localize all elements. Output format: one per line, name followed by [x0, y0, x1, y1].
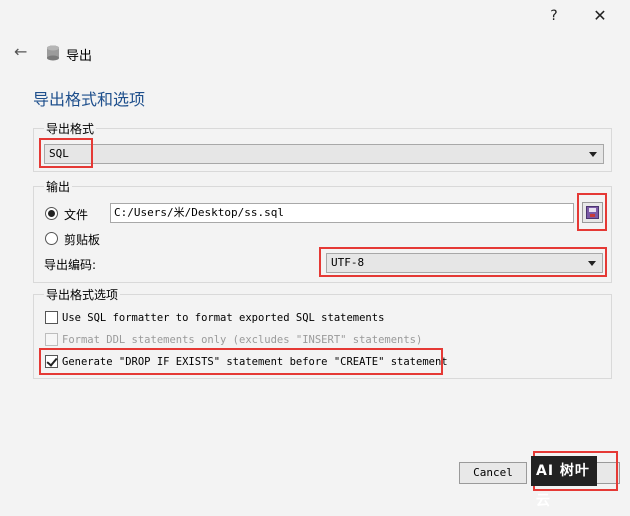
sql-formatter-checkbox[interactable]: [45, 311, 58, 324]
dialog-header: ← 导出: [0, 42, 630, 66]
export-options-group: 导出格式选项 Use SQL formatter to format expor…: [33, 286, 612, 379]
cancel-button[interactable]: Cancel: [459, 462, 527, 484]
encoding-select[interactable]: UTF-8: [326, 253, 603, 273]
chevron-down-icon: [588, 261, 596, 266]
clipboard-radio[interactable]: [45, 232, 58, 245]
file-radio[interactable]: [45, 207, 58, 220]
close-button[interactable]: ✕: [590, 6, 610, 26]
back-arrow-icon[interactable]: ←: [14, 42, 27, 61]
floppy-disk-icon: [586, 206, 599, 219]
help-button[interactable]: ?: [544, 6, 564, 26]
export-format-select[interactable]: SQL: [44, 144, 604, 164]
export-format-group: 导出格式 SQL: [33, 120, 612, 172]
sql-formatter-label: Use SQL formatter to format exported SQL…: [62, 312, 385, 324]
browse-file-button[interactable]: [582, 202, 603, 223]
export-format-group-label: 导出格式: [44, 120, 97, 137]
database-icon: [47, 45, 59, 61]
export-format-value: SQL: [49, 147, 69, 160]
header-title: 导出: [66, 49, 93, 64]
clipboard-radio-label: 剪贴板: [64, 233, 101, 247]
ddl-only-checkbox[interactable]: [45, 333, 58, 346]
export-options-group-label: 导出格式选项: [44, 286, 121, 303]
ddl-only-label: Format DDL statements only (excludes "IN…: [62, 334, 423, 346]
page-title: 导出格式和选项: [33, 90, 146, 109]
encoding-value: UTF-8: [331, 256, 365, 269]
encoding-label: 导出编码:: [44, 258, 97, 272]
file-radio-label: 文件: [64, 208, 89, 222]
drop-if-exists-label: Generate "DROP IF EXISTS" statement befo…: [62, 356, 448, 368]
drop-if-exists-checkbox[interactable]: [45, 355, 58, 368]
output-group: 输出 文件 C:/Users/米/Desktop/ss.sql 剪贴板 导出编码…: [33, 178, 612, 283]
watermark-logo: AI 树叶云: [531, 456, 597, 509]
chevron-down-icon: [589, 152, 597, 157]
output-group-label: 输出: [44, 178, 73, 195]
file-path-input[interactable]: C:/Users/米/Desktop/ss.sql: [110, 203, 574, 223]
